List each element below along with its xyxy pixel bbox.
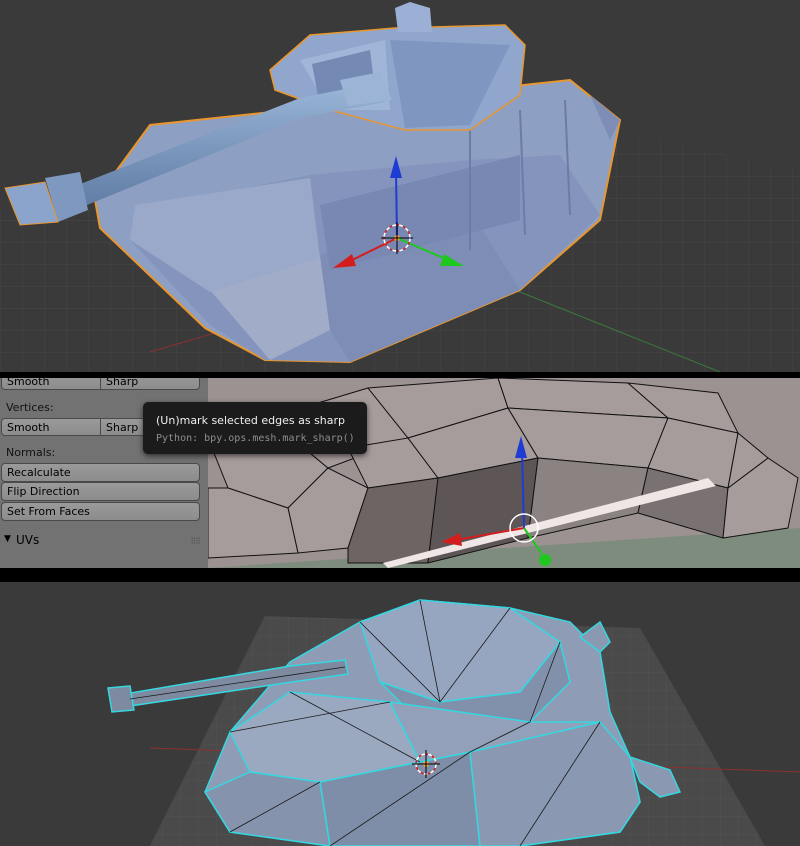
tooltip: (Un)mark selected edges as sharp Python:…: [143, 402, 367, 454]
panel-separator: [0, 568, 800, 582]
viewport-solid[interactable]: [0, 0, 800, 372]
uvs-panel-header[interactable]: ▼ UVs ⠿⠿: [0, 531, 208, 551]
triangle-down-icon: ▼: [4, 534, 11, 544]
viewport-wireframe[interactable]: [0, 582, 800, 846]
tooltip-title: (Un)mark selected edges as sharp: [156, 414, 346, 427]
normals-label: Normals:: [6, 446, 56, 459]
set-from-faces-button[interactable]: Set From Faces: [1, 502, 200, 521]
sharp-button[interactable]: Sharp: [100, 378, 200, 390]
vertices-smooth-button[interactable]: Smooth: [1, 418, 101, 436]
uvs-panel-title: UVs: [16, 533, 40, 547]
tank-wireframe-view[interactable]: [0, 582, 800, 846]
recalculate-button[interactable]: Recalculate: [1, 463, 200, 482]
vertices-label: Vertices:: [6, 401, 54, 414]
smooth-button[interactable]: Smooth: [1, 378, 101, 390]
grip-icon[interactable]: ⠿⠿: [190, 537, 201, 546]
tank-solid-view[interactable]: [0, 0, 800, 372]
shading-top-row: Smooth Sharp: [1, 378, 200, 396]
flip-direction-button[interactable]: Flip Direction: [1, 482, 200, 501]
tooltip-python: Python: bpy.ops.mesh.mark_sharp(): [156, 433, 355, 444]
edit-mode-area: Smooth Sharp Vertices: Smooth Sharp Norm…: [0, 378, 800, 568]
